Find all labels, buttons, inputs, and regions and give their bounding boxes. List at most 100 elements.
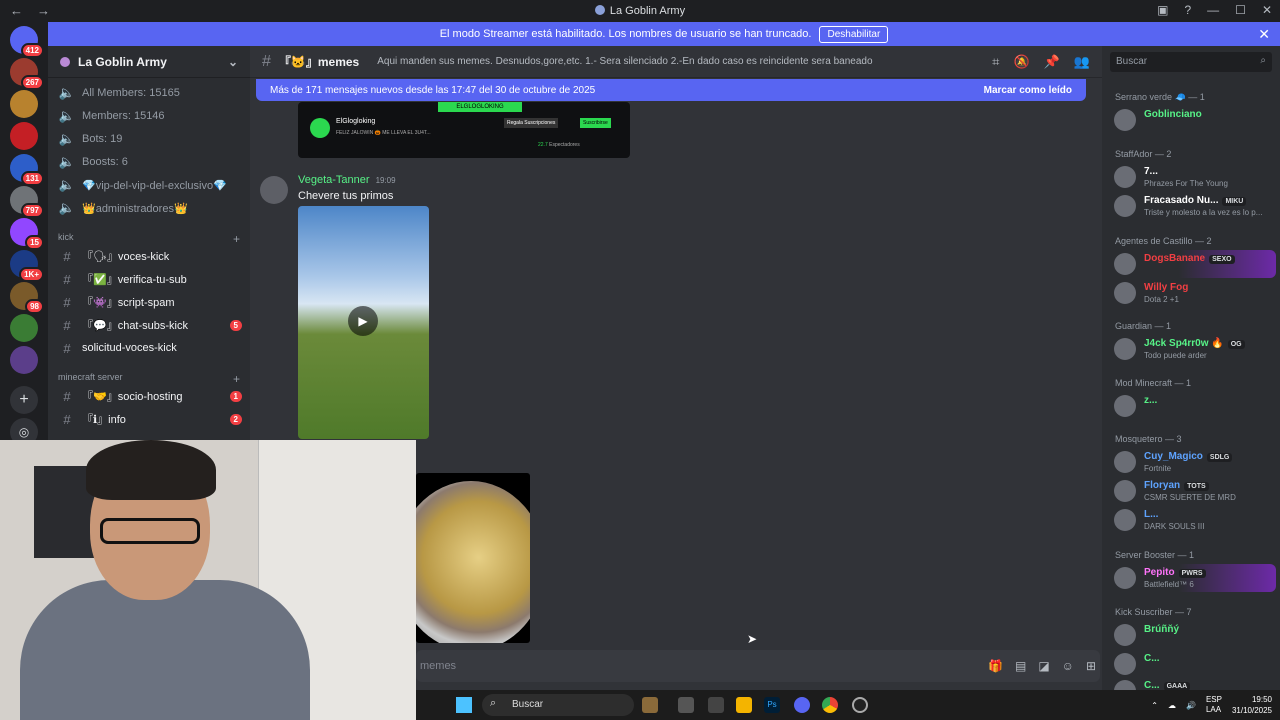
member-item[interactable]: L... DARK SOULS III bbox=[1114, 506, 1276, 534]
video-attachment[interactable]: ▶ bbox=[298, 206, 429, 439]
message-composer[interactable]: memes 🎁 ▤ ◪ ☺ ⊞ bbox=[416, 650, 1100, 682]
member-item[interactable]: C... GAAA bbox=[1114, 677, 1276, 690]
text-channel[interactable]: # 『👾』script-spam bbox=[56, 291, 242, 313]
disable-streamer-button[interactable]: Deshabilitar bbox=[819, 25, 889, 43]
embed-viewers-count: 22.7 bbox=[538, 142, 548, 148]
taskbar-search[interactable]: ⌕ Buscar bbox=[482, 694, 634, 716]
member-status: Dota 2 +1 bbox=[1144, 295, 1179, 304]
avatar bbox=[1114, 680, 1136, 690]
add-channel-icon[interactable]: + bbox=[233, 372, 240, 386]
close-icon[interactable]: ✕ bbox=[1258, 26, 1270, 43]
server-icon[interactable] bbox=[10, 122, 38, 150]
volume-icon[interactable]: 🔊 bbox=[1186, 701, 1196, 710]
server-icon[interactable]: 15 bbox=[10, 218, 44, 250]
member-item[interactable]: Floryan TOTS CSMR SUERTE DE MRD bbox=[1114, 477, 1276, 505]
server-icon[interactable] bbox=[10, 90, 38, 118]
avatar[interactable] bbox=[260, 176, 288, 204]
speaker-icon: 🔈 bbox=[58, 177, 76, 192]
gif-icon[interactable]: ▤ bbox=[1015, 659, 1026, 673]
channel-topic[interactable]: Aqui manden sus memes. Desnudos,gore,etc… bbox=[377, 56, 872, 67]
member-item[interactable]: J4ck Sp4rr0w 🔥 OG Todo puede arder bbox=[1114, 335, 1276, 363]
guild-header[interactable]: La Goblin Army ⌄ bbox=[48, 46, 250, 78]
message-author[interactable]: Vegeta-Tanner bbox=[298, 174, 370, 186]
photoshop-icon[interactable]: Ps bbox=[764, 697, 780, 713]
member-item[interactable]: Cuy_Magico SDLG Fortnite bbox=[1114, 448, 1276, 476]
member-name-line: Fracasado Nu... MIKU bbox=[1144, 195, 1247, 206]
server-icon[interactable]: 797 bbox=[10, 186, 44, 218]
text-channel[interactable]: # 『🗣』voces-kick bbox=[56, 245, 242, 267]
text-channel[interactable]: # 『🤝』socio-hosting 1 bbox=[56, 385, 242, 407]
stat-channel[interactable]: 🔈 💎vip-del-vip-del-exclusivo💎 bbox=[56, 174, 242, 196]
text-channel[interactable]: # 『💬』chat-subs-kick 5 bbox=[56, 314, 242, 336]
server-icon[interactable] bbox=[10, 346, 38, 374]
stat-channel[interactable]: 🔈 Boosts: 6 bbox=[56, 151, 242, 173]
pin-icon[interactable]: 📌 bbox=[1044, 54, 1060, 70]
avatar bbox=[1114, 451, 1136, 473]
image-attachment[interactable] bbox=[416, 473, 530, 643]
chrome-icon[interactable] bbox=[822, 697, 838, 713]
avatar bbox=[1114, 282, 1136, 304]
hash-icon: # bbox=[63, 294, 71, 310]
hash-icon: # bbox=[63, 317, 71, 333]
help-icon[interactable]: ? bbox=[1184, 3, 1191, 17]
member-tag: GAAA bbox=[1163, 682, 1191, 690]
member-tag: OG bbox=[1227, 340, 1245, 349]
mute-bell-icon[interactable]: 🔕 bbox=[1013, 54, 1029, 70]
server-icon[interactable]: 1K+ bbox=[10, 250, 44, 282]
sticker-icon[interactable]: ◪ bbox=[1038, 659, 1049, 673]
text-channel[interactable]: # 『✅』verifica-tu-sub bbox=[56, 268, 242, 290]
minimize-button[interactable]: — bbox=[1207, 3, 1219, 17]
obs-icon[interactable] bbox=[852, 697, 868, 713]
language-indicator[interactable]: ESP LAA bbox=[1206, 695, 1222, 715]
member-name: L... bbox=[1144, 509, 1159, 520]
server-icon[interactable]: 98 bbox=[10, 282, 44, 314]
category-kick[interactable]: kick + bbox=[58, 232, 240, 246]
gift-icon[interactable]: 🎁 bbox=[988, 659, 1003, 673]
server-icon[interactable]: 267 bbox=[10, 58, 44, 90]
task-view-icon[interactable] bbox=[678, 697, 694, 713]
add-channel-icon[interactable]: + bbox=[233, 232, 240, 246]
member-item[interactable]: Brúñňý bbox=[1114, 621, 1276, 649]
member-item[interactable]: Goblinciano bbox=[1114, 106, 1276, 134]
stat-channel[interactable]: 🔈 👑administradores👑 bbox=[56, 197, 242, 219]
apps-icon[interactable]: ⊞ bbox=[1086, 659, 1096, 673]
emoji-icon[interactable]: ☺ bbox=[1062, 659, 1074, 673]
taskbar-widget-icon[interactable] bbox=[642, 697, 658, 713]
server-icon[interactable]: 131 bbox=[10, 154, 44, 186]
member-item[interactable]: Willy Fog Dota 2 +1 bbox=[1114, 279, 1276, 307]
member-item[interactable]: DogsBanane SEXO bbox=[1114, 250, 1276, 278]
members-icon[interactable]: 👥 bbox=[1074, 54, 1090, 70]
close-window-button[interactable]: ✕ bbox=[1262, 3, 1272, 17]
discord-icon[interactable] bbox=[794, 697, 810, 713]
member-item[interactable]: C... bbox=[1114, 650, 1276, 678]
threads-icon[interactable]: ⌗ bbox=[992, 54, 999, 70]
stream-embed-image[interactable]: ELGLOGLOKING ElGlogloking FELIZ JALOWIN … bbox=[298, 102, 630, 158]
inbox-icon[interactable]: ▣ bbox=[1157, 3, 1168, 17]
new-messages-bar[interactable]: Más de 171 mensajes nuevos desde las 17:… bbox=[256, 79, 1086, 101]
chevron-up-icon[interactable]: ⌃ bbox=[1151, 701, 1158, 710]
stat-channel[interactable]: 🔈 Bots: 19 bbox=[56, 128, 242, 150]
taskbar-app-icon[interactable] bbox=[708, 697, 724, 713]
maximize-button[interactable]: ☐ bbox=[1235, 3, 1246, 17]
add-server-button[interactable]: + bbox=[10, 386, 38, 414]
play-icon[interactable]: ▶ bbox=[348, 306, 378, 336]
windows-start-icon[interactable] bbox=[456, 697, 472, 713]
clock[interactable]: 19:50 31/10/2025 bbox=[1232, 694, 1272, 716]
member-item[interactable]: Fracasado Nu... MIKU Triste y molesto a la… bbox=[1114, 192, 1276, 220]
member-status: Triste y molesto a la vez es lo p... bbox=[1144, 208, 1263, 217]
member-item[interactable]: z... bbox=[1114, 392, 1276, 420]
stat-channel[interactable]: 🔈 Members: 15146 bbox=[56, 105, 242, 127]
server-icon[interactable] bbox=[10, 314, 38, 342]
text-channel[interactable]: # 『ℹ』info 2 bbox=[56, 408, 242, 430]
text-channel[interactable]: # solicitud-voces-kick bbox=[56, 337, 242, 359]
file-explorer-icon[interactable] bbox=[736, 697, 752, 713]
search-input[interactable]: Buscar ⌕ bbox=[1110, 52, 1272, 72]
mark-read-button[interactable]: Marcar como leído bbox=[984, 85, 1072, 96]
member-item[interactable]: 7... Phrazes For The Young bbox=[1114, 163, 1276, 191]
cloud-icon[interactable]: ☁ bbox=[1168, 701, 1176, 710]
server-icon[interactable]: 412 bbox=[10, 26, 44, 58]
chevron-down-icon[interactable]: ⌄ bbox=[228, 55, 238, 69]
category-minecraft[interactable]: minecraft server + bbox=[58, 372, 240, 386]
stat-channel[interactable]: 🔈 All Members: 15165 bbox=[56, 82, 242, 104]
member-item[interactable]: Pepito PWRS Battlefield™ 6 bbox=[1114, 564, 1276, 592]
